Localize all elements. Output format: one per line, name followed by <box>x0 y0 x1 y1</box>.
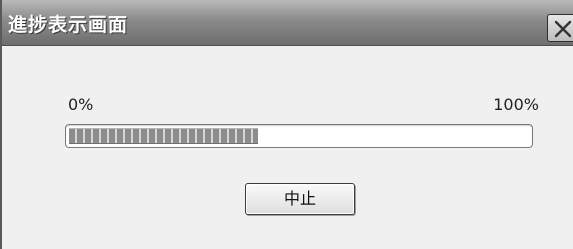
progress-bar-fill <box>69 128 258 144</box>
progress-end-label: 100% <box>493 95 539 114</box>
stop-button[interactable]: 中止 <box>245 183 355 215</box>
close-icon <box>554 20 572 38</box>
progress-dialog: 進捗表示画面 0% 100% 中止 <box>0 0 573 249</box>
close-button[interactable] <box>547 14 573 42</box>
window-title: 進捗表示画面 <box>8 14 129 36</box>
progress-start-label: 0% <box>68 95 94 114</box>
title-bar[interactable]: 進捗表示画面 <box>2 0 573 46</box>
progress-bar <box>65 124 533 148</box>
